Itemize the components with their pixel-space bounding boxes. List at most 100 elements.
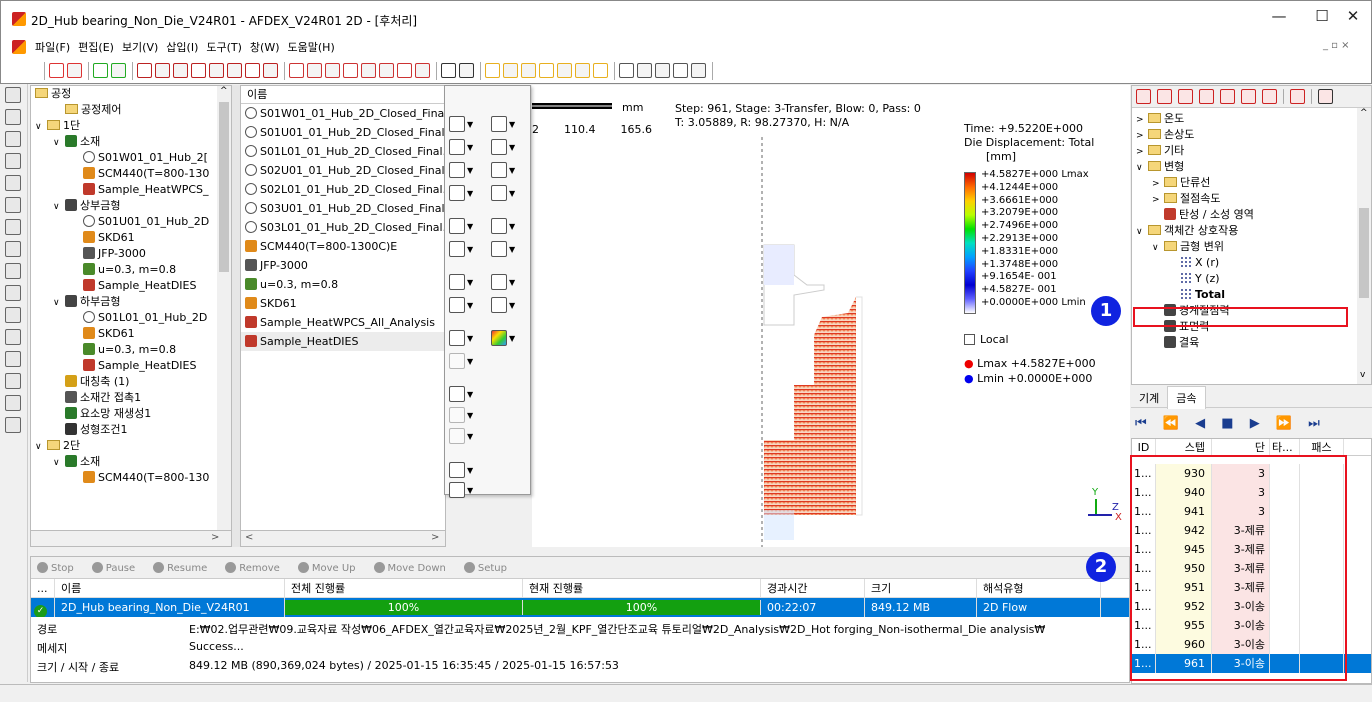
toolbar-tool-icon[interactable] [93, 63, 108, 78]
tree-scrollbar[interactable]: ^ [217, 86, 231, 546]
toolbar-tool-icon[interactable] [23, 63, 38, 78]
sidebar-tool-icon[interactable] [5, 109, 21, 125]
sidebar-tool-icon[interactable] [5, 87, 21, 103]
tab-metal[interactable]: 금속 [1167, 386, 1206, 409]
list-item[interactable]: S02U01_01_Hub_2D_Closed_Final. [241, 161, 445, 180]
popup-option-button[interactable]: ▼ [449, 428, 483, 448]
expander-icon[interactable]: ∨ [1136, 160, 1148, 176]
popup-option-button[interactable]: ▼ [449, 241, 483, 261]
toolbar-tool-icon[interactable] [227, 63, 242, 78]
toolbar-tool-icon[interactable] [191, 63, 206, 78]
popup-option-button[interactable]: ▼ [491, 116, 525, 136]
toolbar-tool-icon[interactable] [379, 63, 394, 78]
result-tree-item[interactable]: > 온도 [1132, 111, 1371, 127]
menu-item-2[interactable]: 보기(V) [118, 36, 162, 58]
result-tree-item[interactable]: > 손상도 [1132, 127, 1371, 143]
toolbar-tool-icon[interactable] [245, 63, 260, 78]
list-item[interactable]: S02L01_01_Hub_2D_Closed_Final. [241, 180, 445, 199]
job-resume-button[interactable]: Resume [153, 561, 207, 574]
popup-option-button[interactable]: ▼ [449, 462, 483, 482]
toolbar-tool-icon[interactable] [111, 63, 126, 78]
scroll-right-icon[interactable]: > [211, 532, 219, 543]
result-tree-item[interactable]: 결육 [1132, 335, 1371, 351]
tree-item[interactable]: 성형조건1 [31, 422, 231, 438]
result-tree-scrollbar[interactable]: ^ v [1357, 108, 1371, 384]
toolbar-tool-icon[interactable] [575, 63, 590, 78]
tree-item[interactable]: S01L01_01_Hub_2D [31, 310, 231, 326]
job-setup-button[interactable]: Setup [463, 561, 507, 574]
expander-icon[interactable]: > [1136, 112, 1148, 128]
sidebar-tool-icon[interactable] [5, 263, 21, 279]
sidebar-tool-icon[interactable] [5, 197, 21, 213]
list-header[interactable]: 이름 [241, 86, 445, 104]
sidebar-tool-icon[interactable] [5, 395, 21, 411]
result-tree-item[interactable]: > 기타 [1132, 143, 1371, 159]
toolbar-tool-icon[interactable] [637, 63, 652, 78]
tree-item[interactable]: SCM440(T=800-130 [31, 166, 231, 182]
list-item[interactable]: S03U01_01_Hub_2D_Closed_Final [241, 199, 445, 218]
toolbar-tool-icon[interactable] [343, 63, 358, 78]
popup-option-button[interactable]: ▼ [491, 297, 525, 317]
popup-option-button[interactable]: ▼ [449, 139, 483, 159]
mdi-controls[interactable]: _ ▫ × [1323, 40, 1350, 51]
toolbar-tool-icon[interactable] [263, 63, 278, 78]
tree-item[interactable]: SKD61 [31, 230, 231, 246]
toolbar-tool-icon[interactable] [397, 63, 412, 78]
result-scroll-thumb[interactable] [1359, 208, 1369, 298]
step-navigation[interactable]: ⏮ ⏪ ◀ ■ ▶ ⏩ ⏭ [1131, 410, 1372, 436]
popup-option-button[interactable]: ▼ [491, 139, 525, 159]
sidebar-tool-icon[interactable] [5, 417, 21, 433]
tree-scroll-thumb[interactable] [219, 102, 229, 272]
result-tree-item[interactable]: Y (z) [1132, 271, 1371, 287]
tree-item[interactable]: Sample_HeatDIES [31, 358, 231, 374]
tree-item[interactable]: SKD61 [31, 326, 231, 342]
popup-option-button[interactable]: ▼ [449, 386, 483, 406]
toolbar-tool-icon[interactable] [289, 63, 304, 78]
toolbar-tool-icon[interactable] [619, 63, 634, 78]
scroll-down-icon[interactable]: v [1360, 370, 1365, 380]
list-item[interactable]: u=0.3, m=0.8 [241, 275, 445, 294]
toolbar-tool-icon[interactable] [415, 63, 430, 78]
result-tree-item[interactable]: ∨ 금형 변위 [1132, 239, 1371, 255]
tree-item[interactable]: u=0.3, m=0.8 [31, 262, 231, 278]
sidebar-tool-icon[interactable] [5, 219, 21, 235]
menu-item-5[interactable]: 창(W) [246, 36, 284, 58]
result-tool-icon[interactable] [1178, 89, 1193, 104]
menu-item-3[interactable]: 삽입(I) [162, 36, 202, 58]
tree-item[interactable]: 대칭축 (1) [31, 374, 231, 390]
scroll-right-icon[interactable]: > [431, 532, 439, 543]
toolbar-tool-icon[interactable] [593, 63, 608, 78]
result-tool-icon[interactable] [1199, 89, 1214, 104]
list-item[interactable]: JFP-3000 [241, 256, 445, 275]
toolbar-tool-icon[interactable] [691, 63, 706, 78]
result-tree-item[interactable]: 탄성 / 소성 영역 [1132, 207, 1371, 223]
popup-option-button[interactable]: ▼ [449, 407, 483, 427]
expander-icon[interactable]: > [1152, 192, 1164, 208]
popup-option-button[interactable]: ▼ [491, 218, 525, 238]
expander-icon[interactable]: ∨ [35, 119, 47, 135]
tree-item[interactable]: S01W01_01_Hub_2[ [31, 150, 231, 166]
tree-item[interactable]: ∨ 소재 [31, 134, 231, 150]
popup-option-button[interactable]: ▼ [449, 185, 483, 205]
popup-option-button[interactable]: ▼ [449, 116, 483, 136]
sidebar-tool-icon[interactable] [5, 131, 21, 147]
scroll-left-icon[interactable]: < [245, 532, 253, 543]
sidebar-tool-icon[interactable] [5, 175, 21, 191]
tree-item[interactable]: ∨ 2단 [31, 438, 231, 454]
result-tree-item[interactable]: ∨ 객체간 상호작용 [1132, 223, 1371, 239]
job-row[interactable]: ✓ 2D_Hub bearing_Non_Die_V24R01 100% 100… [31, 598, 1129, 617]
tree-item[interactable]: Sample_HeatWPCS_ [31, 182, 231, 198]
result-tool-icon[interactable] [1311, 89, 1312, 104]
popup-option-button[interactable]: ▼ [491, 330, 525, 350]
result-tool-icon[interactable] [1290, 89, 1305, 104]
sidebar-tool-icon[interactable] [5, 285, 21, 301]
job-move-down-button[interactable]: Move Down [373, 561, 446, 574]
expander-icon[interactable]: > [1152, 176, 1164, 192]
tree-header[interactable]: 공정 [31, 86, 231, 102]
result-tree-item[interactable]: > 단류선 [1132, 175, 1371, 191]
toolbar-tool-icon[interactable] [539, 63, 554, 78]
expander-icon[interactable]: ∨ [53, 295, 65, 311]
sidebar-tool-icon[interactable] [5, 351, 21, 367]
sidebar-tool-icon[interactable] [5, 241, 21, 257]
tree-item[interactable]: JFP-3000 [31, 246, 231, 262]
